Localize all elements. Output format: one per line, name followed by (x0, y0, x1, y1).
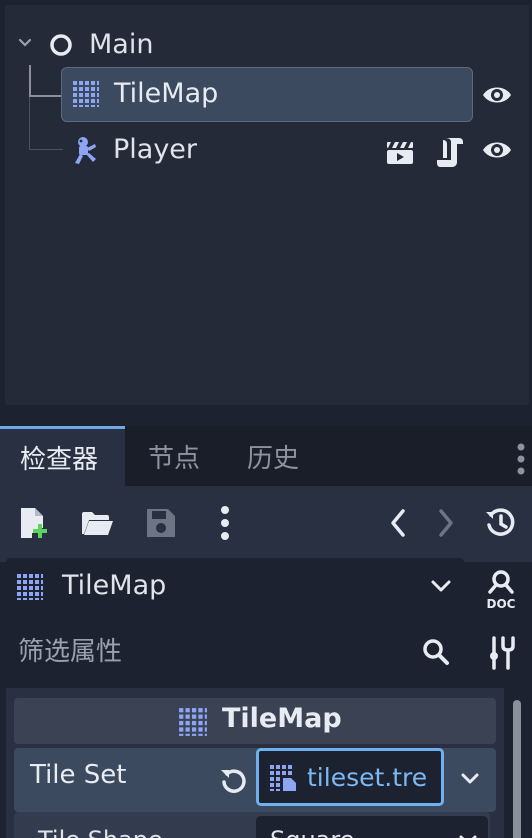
history-icon[interactable] (484, 506, 518, 540)
tilemap-grid-icon (73, 81, 99, 107)
script-icon[interactable] (435, 136, 465, 168)
tree-item-label: Main (89, 29, 154, 60)
chevron-down-icon[interactable] (460, 772, 480, 786)
save-icon[interactable] (144, 506, 178, 540)
filter-properties-input[interactable] (6, 624, 406, 680)
visibility-eye-icon[interactable] (481, 83, 513, 107)
tree-connector (29, 149, 63, 150)
more-vert-icon[interactable] (208, 506, 242, 540)
property-list-scrollbar[interactable] (510, 696, 524, 838)
open-folder-icon[interactable] (80, 506, 114, 540)
scene-tree-panel: Main TileMap Player (5, 5, 529, 405)
new-resource-icon[interactable] (16, 506, 50, 540)
object-selector[interactable]: TileMap (6, 558, 464, 616)
search-icon (423, 639, 449, 665)
property-list: TileMap Tile Set tileset.tre (6, 688, 504, 838)
tab-history[interactable]: 历史 (247, 426, 299, 486)
resource-picker-label: tileset.tre (307, 763, 428, 792)
revert-icon[interactable] (218, 764, 248, 794)
tools-icon[interactable] (486, 636, 516, 670)
section-header-tilemap[interactable]: TileMap (14, 698, 496, 744)
more-vert-icon[interactable] (514, 442, 528, 476)
resource-picker-tileset[interactable]: tileset.tre (256, 748, 444, 806)
tab-node[interactable]: 节点 (148, 426, 200, 486)
property-label: Tile Set (30, 760, 127, 790)
object-selector-label: TileMap (62, 570, 167, 601)
open-docs-icon[interactable]: DOC (480, 570, 522, 610)
property-label: Tile Shape (38, 826, 163, 838)
tree-item-label: TileMap (114, 78, 219, 109)
tile-shape-value: Square (270, 826, 355, 838)
tree-connector (29, 65, 31, 97)
chevron-down-icon (459, 835, 477, 838)
svg-text:DOC: DOC (487, 597, 516, 610)
section-header-label: TileMap (222, 703, 342, 734)
tree-item-tilemap[interactable]: TileMap (61, 67, 473, 122)
visibility-eye-icon[interactable] (481, 138, 513, 162)
chevron-down-icon (431, 580, 451, 592)
tree-item-main[interactable]: Main (5, 25, 529, 65)
filter-properties (6, 624, 464, 680)
tab-inspector[interactable]: 检查器 (0, 426, 125, 486)
collapse-chevron-icon[interactable] (17, 35, 33, 51)
inspector-toolbar (0, 486, 532, 562)
tilemap-grid-icon (179, 708, 207, 736)
instanced-scene-icon[interactable] (385, 138, 415, 166)
node-circle-icon (50, 34, 72, 56)
inspector-dock: 检查器 节点 历史 TileMap DOC 筛选属性 TileMap Tile … (0, 412, 532, 838)
tilemap-grid-icon (17, 574, 43, 600)
tileset-icon (270, 765, 296, 791)
back-icon[interactable] (382, 506, 416, 540)
tree-item-label: Player (113, 134, 198, 165)
tree-connector (29, 95, 63, 97)
dock-tab-bar: 检查器 节点 历史 (0, 426, 532, 486)
tree-connector (29, 97, 30, 149)
property-tile-set: Tile Set tileset.tre (14, 748, 496, 812)
forward-icon[interactable] (428, 506, 462, 540)
tile-shape-dropdown[interactable]: Square (256, 816, 488, 838)
property-tile-shape: Tile Shape Square (14, 812, 490, 838)
character-body-icon (75, 137, 96, 164)
